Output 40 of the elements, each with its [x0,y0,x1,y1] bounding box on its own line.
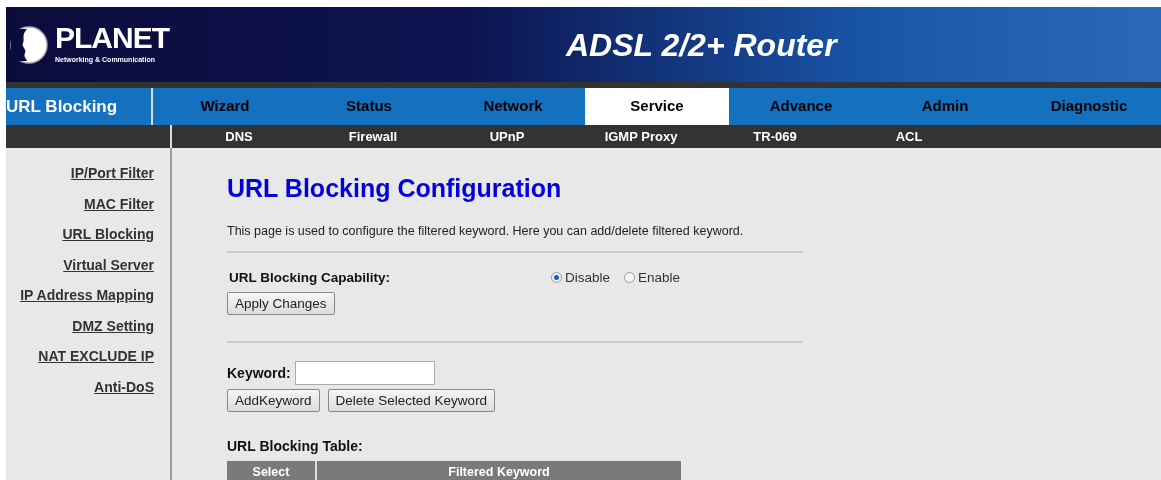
sidebar-link[interactable]: IP/Port Filter [6,163,154,183]
table-title: URL Blocking Table: [227,437,364,456]
capability-label: URL Blocking Capability: [229,268,392,287]
section-title: URL Blocking [6,95,118,118]
sidebar-link[interactable]: NAT EXCLUDE IP [6,346,154,366]
nav-tab[interactable]: Diagnostic [1017,88,1161,125]
logo-icon [9,24,49,65]
keyword-field[interactable] [294,361,435,385]
product-title: ADSL 2/2+ Router [566,25,837,65]
keyword-label: Keyword: [227,363,291,383]
column-header: Filtered Keyword [317,461,681,480]
subnav-link[interactable]: TR-069 [753,126,797,147]
sidebar-link[interactable]: URL Blocking [6,224,154,244]
description-text: This page is used to configure the filtered keyword. Here you can add/delete filtered keyword. [227,223,745,240]
radio-button[interactable] [551,272,562,284]
sidebar-link[interactable]: MAC Filter [6,193,154,214]
sidebar-link[interactable]: Virtual Server [6,254,154,275]
column-header: Select [227,461,317,480]
sidebar-link[interactable]: Anti-DoS [6,376,154,397]
page-title: URL Blocking Configuration [227,173,563,203]
subnav-link[interactable]: ACL [895,126,923,147]
nav-tab[interactable]: Admin [873,88,1017,125]
subnav-link[interactable]: IGMP Proxy [604,126,678,147]
logo-text: PLANET [55,20,169,54]
nav-tab[interactable]: Advance [729,88,873,125]
sidebar-link[interactable]: IP Address Mapping [6,285,154,305]
action-button[interactable]: AddKeyword [227,389,320,412]
subnav-link[interactable]: DNS [225,126,253,147]
radio-label: Enable [638,268,681,287]
apply-changes-button[interactable]: Apply Changes [227,292,335,315]
radio-button[interactable] [624,272,636,284]
nav-tab[interactable]: Wizard [153,88,297,125]
radio-label: Disable [565,268,611,287]
nav-tab[interactable]: Status [297,88,441,125]
subnav-link[interactable]: Firewall [348,126,398,147]
action-button[interactable]: Delete Selected Keyword [327,389,496,412]
nav-tab[interactable]: Service [585,88,729,125]
nav-tab[interactable]: Network [441,88,585,125]
subnav-link[interactable]: UPnP [489,126,525,147]
sidebar-link[interactable]: DMZ Setting [6,315,154,336]
